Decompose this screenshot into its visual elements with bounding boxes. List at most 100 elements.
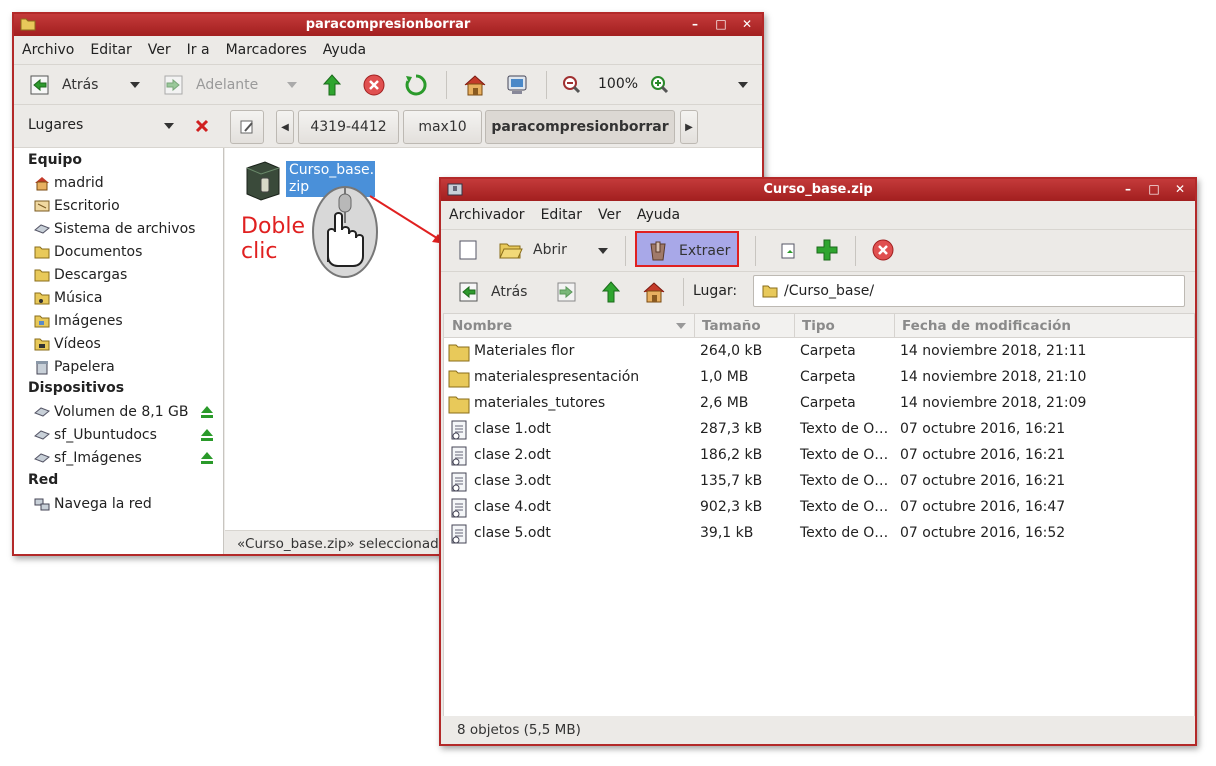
up-arrow-icon[interactable] (599, 280, 623, 304)
minimize-button[interactable]: – (1121, 182, 1135, 196)
location-value: /Curso_base/ (784, 283, 875, 299)
path-scroll-right[interactable]: ▶ (680, 110, 698, 144)
sidebar-item-imagenes[interactable]: Imágenes (34, 311, 123, 331)
maximize-button[interactable]: □ (1147, 182, 1161, 196)
sidebar-item-escritorio[interactable]: Escritorio (34, 196, 120, 216)
sidebar-item-label: Volumen de 8,1 GB (54, 404, 189, 420)
zoom-out-icon[interactable] (562, 75, 582, 95)
sidebar-item-videos[interactable]: Vídeos (34, 334, 101, 354)
sidebar-item-label: sf_Imágenes (54, 450, 142, 466)
up-arrow-icon[interactable] (320, 73, 344, 97)
sidebar-item-musica[interactable]: Música (34, 288, 102, 308)
archive-toolbar: Abrir Extraer (441, 229, 1195, 271)
menu-marcadores[interactable]: Marcadores (226, 42, 307, 58)
document-icon (451, 446, 467, 466)
eject-icon[interactable] (200, 405, 214, 419)
cell-date: 14 noviembre 2018, 21:11 (900, 343, 1087, 359)
table-row[interactable]: clase 2.odt 186,2 kB Texto de O… 07 octubre… (444, 443, 1194, 469)
crumb-paracompresionborrar[interactable]: paracompresionborrar (485, 110, 675, 144)
menu-ayuda[interactable]: Ayuda (637, 207, 680, 223)
extract-button[interactable]: Extraer (635, 231, 739, 267)
table-row[interactable]: Materiales flor 264,0 kB Carpeta 14 noviemb… (444, 339, 1194, 365)
computer-icon[interactable] (504, 72, 530, 98)
column-header-tamano[interactable]: Tamaño (702, 318, 761, 334)
open-dropdown[interactable] (598, 248, 608, 254)
edit-location-button[interactable] (230, 110, 264, 144)
forward-history-dropdown[interactable] (287, 82, 297, 88)
home-icon[interactable] (641, 279, 667, 305)
column-separator[interactable] (794, 314, 795, 338)
menu-ver[interactable]: Ver (598, 207, 621, 223)
sidebar-item-documentos[interactable]: Documentos (34, 242, 142, 262)
cell-name: clase 1.odt (474, 421, 551, 437)
new-archive-icon[interactable] (457, 239, 479, 261)
crumb-max10[interactable]: max10 (403, 110, 482, 144)
maximize-button[interactable]: □ (714, 17, 728, 31)
table-row[interactable]: materiales_tutores 2,6 MB Carpeta 14 noviem… (444, 391, 1194, 417)
add-files-icon[interactable] (779, 241, 799, 261)
menu-ayuda[interactable]: Ayuda (323, 42, 366, 58)
home-icon[interactable] (462, 72, 488, 98)
menu-archivo[interactable]: Archivo (22, 42, 74, 58)
sidebar-heading-dispositivos: Dispositivos (28, 380, 125, 396)
stop-icon[interactable] (871, 238, 895, 262)
location-field[interactable]: /Curso_base/ (753, 275, 1185, 307)
sidebar-item-navega-la-red[interactable]: Navega la red (34, 494, 152, 514)
add-folder-plus-icon[interactable] (815, 238, 839, 262)
column-separator[interactable] (694, 314, 695, 338)
toolbar-overflow-dropdown[interactable] (738, 82, 748, 88)
sidebar-item-label: madrid (54, 175, 104, 191)
minimize-button[interactable]: – (688, 17, 702, 31)
eject-icon[interactable] (200, 451, 214, 465)
table-row[interactable]: clase 5.odt 39,1 kB Texto de O… 07 octubre … (444, 521, 1194, 547)
sidebar-item-papelera[interactable]: Papelera (34, 357, 115, 377)
menu-ir-a[interactable]: Ir a (187, 42, 210, 58)
path-scroll-left[interactable]: ◀ (276, 110, 294, 144)
cell-size: 264,0 kB (700, 343, 763, 359)
close-button[interactable]: ✕ (740, 17, 754, 31)
column-header-nombre[interactable]: Nombre (452, 318, 512, 334)
column-header-fecha[interactable]: Fecha de modificación (902, 318, 1071, 334)
table-row[interactable]: materialespresentación 1,0 MB Carpeta 14 no… (444, 365, 1194, 391)
table-row[interactable]: clase 3.odt 135,7 kB Texto de O… 07 octubre… (444, 469, 1194, 495)
sidebar-item-descargas[interactable]: Descargas (34, 265, 127, 285)
back-icon (459, 282, 478, 302)
sidebar-item-sf-ubuntudocs[interactable]: sf_Ubuntudocs (34, 425, 157, 445)
places-dropdown[interactable] (164, 123, 174, 129)
annotation-line1: Doble (241, 214, 306, 239)
column-separator[interactable] (894, 314, 895, 338)
zip-archive-icon[interactable] (241, 158, 285, 202)
back-button[interactable]: Atrás (28, 73, 98, 97)
archive-back-button[interactable]: Atrás (457, 280, 527, 304)
close-sidebar-icon[interactable] (194, 118, 210, 134)
sidebar-item-sistema-de-archivos[interactable]: Sistema de archivos (34, 219, 195, 239)
table-row[interactable]: clase 1.odt 287,3 kB Texto de O… 07 octubre… (444, 417, 1194, 443)
forward-icon[interactable] (555, 280, 579, 304)
menu-archivador[interactable]: Archivador (449, 207, 525, 223)
stop-icon[interactable] (362, 73, 386, 97)
forward-button[interactable]: Adelante (162, 73, 258, 97)
open-button[interactable]: Abrir (499, 239, 567, 261)
toolbar-separator (546, 71, 547, 99)
reload-icon[interactable] (404, 73, 428, 97)
table-row[interactable]: clase 4.odt 902,3 kB Texto de O… 07 octubre… (444, 495, 1194, 521)
column-header-tipo[interactable]: Tipo (802, 318, 835, 334)
close-button[interactable]: ✕ (1173, 182, 1187, 196)
archive-manager-window: Curso_base.zip – □ ✕ Archivador Editar V… (439, 177, 1197, 746)
eject-icon[interactable] (200, 428, 214, 442)
cell-name: Materiales flor (474, 343, 575, 359)
title-bar[interactable]: Curso_base.zip – □ ✕ (441, 179, 1195, 201)
back-history-dropdown[interactable] (130, 82, 140, 88)
title-bar[interactable]: paracompresionborrar – □ ✕ (14, 14, 762, 36)
menu-ver[interactable]: Ver (148, 42, 171, 58)
sidebar-heading-equipo: Equipo (28, 152, 82, 168)
crumb-4319-4412[interactable]: 4319-4412 (298, 110, 399, 144)
folder-icon (448, 344, 470, 362)
menu-editar[interactable]: Editar (90, 42, 131, 58)
sidebar-item-sf-imagenes[interactable]: sf_Imágenes (34, 448, 142, 468)
zoom-in-icon[interactable] (650, 75, 670, 95)
status-text: «Curso_base.zip» seleccionado (237, 536, 447, 552)
sidebar-item-madrid[interactable]: madrid (34, 173, 104, 193)
sidebar-item-volumen[interactable]: Volumen de 8,1 GB (34, 402, 189, 422)
menu-editar[interactable]: Editar (541, 207, 582, 223)
